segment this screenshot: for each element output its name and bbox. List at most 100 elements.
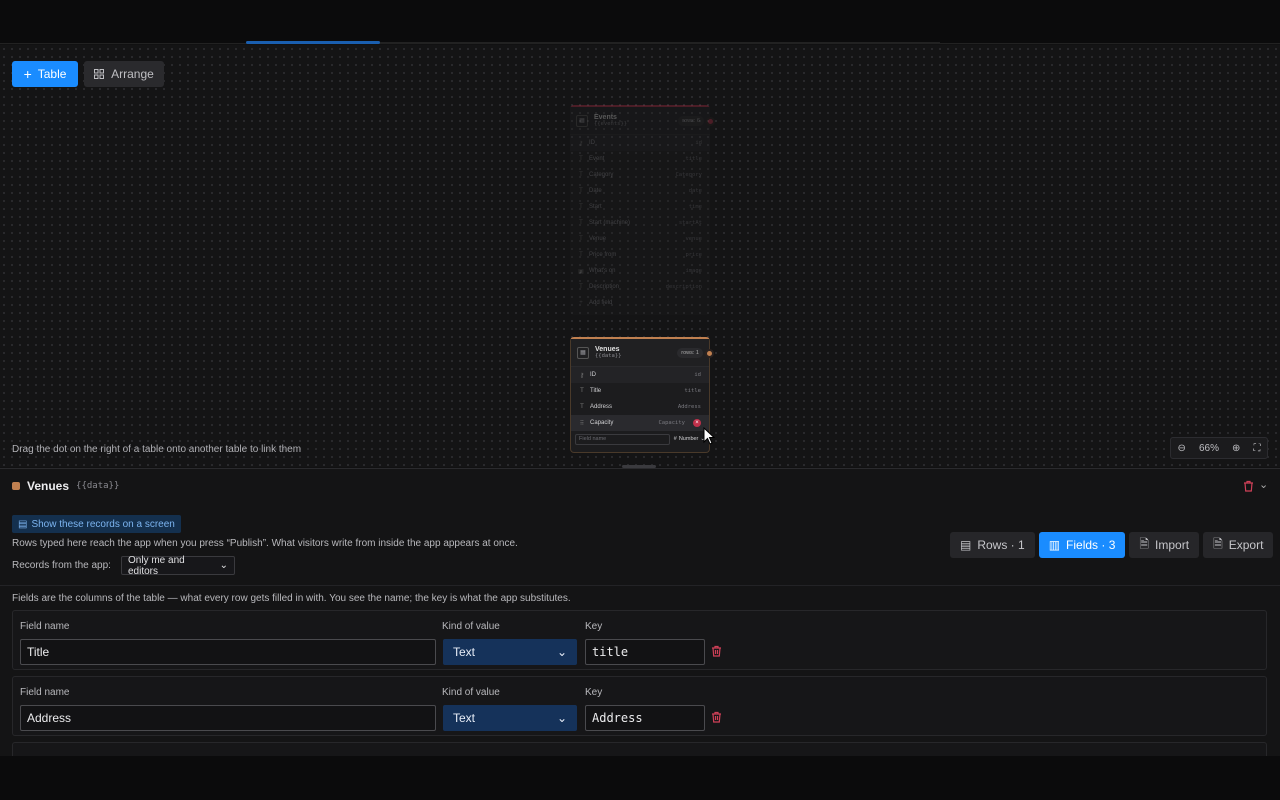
node-field-row[interactable]: T Price from price xyxy=(570,247,710,263)
bottom-bar xyxy=(0,756,1280,800)
node-field-key: price xyxy=(685,252,702,258)
node-field-key: title xyxy=(684,388,701,394)
kind-of-value-select[interactable]: Text ⌄ xyxy=(443,705,577,731)
zoom-level: 66% xyxy=(1198,442,1219,454)
new-field-type-select[interactable]: # Number ⌄ xyxy=(674,436,705,442)
records-from-app-select[interactable]: Only me and editors ⌄ xyxy=(121,554,235,577)
tab-rows[interactable]: ▤ Rows · 1 xyxy=(950,532,1035,558)
add-table-button[interactable]: + Table xyxy=(12,61,78,87)
field-editor-row: Field name Kind of value Key Address Tex… xyxy=(12,676,1267,736)
node-field-row[interactable]: ⚷ ID id xyxy=(570,135,710,151)
link-dot[interactable] xyxy=(706,117,715,126)
arrange-button[interactable]: Arrange xyxy=(84,61,164,87)
table-color-swatch xyxy=(12,482,20,490)
node-field-name: ID xyxy=(590,372,596,378)
show-on-screen-button[interactable]: ▤ Show these records on a screen xyxy=(12,515,181,533)
key-input[interactable]: title xyxy=(585,639,705,665)
records-from-app-value: Only me and editors xyxy=(128,554,185,577)
table-icon: ▦ xyxy=(577,346,589,359)
node-field-name: Price from xyxy=(589,252,617,258)
node-field-row[interactable]: T Address Address xyxy=(571,399,709,415)
node-field-row[interactable]: T Description description xyxy=(570,279,710,295)
node-field-key: id xyxy=(695,140,702,146)
events-node-key: {{events}} xyxy=(594,121,628,127)
panel-divider xyxy=(0,585,1280,586)
import-button[interactable]: 🗎 Import xyxy=(1129,532,1200,558)
panel-header: Venues {{data}} xyxy=(12,479,119,493)
node-field-row[interactable]: T Venue venue xyxy=(570,231,710,247)
schema-canvas[interactable]: + Table Arrange ▦ Events {{events}} rows… xyxy=(0,45,1280,467)
node-field-name: Start (machine) xyxy=(589,220,631,226)
text-type-icon: T xyxy=(579,220,583,226)
plus-icon: + xyxy=(579,300,583,306)
link-dot[interactable] xyxy=(705,349,714,358)
zoom-in-icon[interactable]: ⊕ xyxy=(1232,443,1240,454)
node-field-key: image xyxy=(685,268,702,274)
plus-icon: + xyxy=(23,66,32,82)
table-icon: ▦ xyxy=(576,114,588,127)
venues-table-node[interactable]: ▦ Venues {{data}} rows: 1 ⚷ ID id T Title ti… xyxy=(570,337,714,453)
top-bar-divider xyxy=(380,42,940,43)
delete-table-icon[interactable] xyxy=(1243,480,1254,492)
node-field-name: Start xyxy=(589,204,602,210)
rows-icon: ▤ xyxy=(960,538,972,552)
delete-field-icon[interactable] xyxy=(711,711,722,723)
node-field-row[interactable]: ⚷ ID id xyxy=(571,367,709,383)
key-icon: ⚷ xyxy=(578,140,584,147)
text-type-icon: T xyxy=(579,252,583,258)
publish-info-text: Rows typed here reach the app when you p… xyxy=(12,538,518,549)
export-label: Export xyxy=(1228,538,1264,552)
add-field-row[interactable]: + Add field xyxy=(570,295,710,311)
node-field-key: description xyxy=(665,284,702,290)
table-details-panel: Venues {{data}} ⌄ ▤ Show these records o… xyxy=(0,468,1280,762)
export-button[interactable]: 🗎 Export xyxy=(1203,532,1274,558)
node-field-name: What's on xyxy=(589,268,616,274)
field-name-label: Field name xyxy=(20,621,70,632)
kind-of-value-value: Text xyxy=(453,645,476,659)
text-type-icon: T xyxy=(579,188,583,194)
field-name-input[interactable]: Address xyxy=(20,705,436,731)
fullscreen-icon[interactable]: ⛶ xyxy=(1253,443,1260,454)
remove-field-icon[interactable]: × xyxy=(693,419,701,427)
node-field-key: Address xyxy=(677,404,701,410)
key-input[interactable]: Address xyxy=(585,705,705,731)
file-import-icon: 🗎 xyxy=(1139,536,1150,551)
node-field-key: time xyxy=(688,204,702,210)
delete-field-icon[interactable] xyxy=(711,645,722,657)
tab-fields[interactable]: ▥ Fields · 3 xyxy=(1038,532,1126,558)
node-field-row[interactable]: T Title title xyxy=(571,383,709,399)
new-field-type-value: Number xyxy=(678,436,699,442)
field-name-label: Field name xyxy=(20,687,70,698)
text-type-icon: T xyxy=(579,204,583,210)
chevron-down-icon: ⌄ xyxy=(556,711,567,725)
text-type-icon: T xyxy=(579,284,583,290)
new-field-row[interactable]: Field name # Number ⌄ xyxy=(571,431,709,447)
text-type-icon: T xyxy=(579,156,583,162)
venues-node-header[interactable]: ▦ Venues {{data}} rows: 1 xyxy=(571,339,709,367)
node-field-row[interactable]: T Event title xyxy=(570,151,710,167)
mouse-cursor-icon xyxy=(703,427,715,445)
drag-handle-icon[interactable]: ⠿ xyxy=(579,420,585,427)
node-field-row[interactable]: T Start (machine) startAt xyxy=(570,215,710,231)
field-name-input[interactable]: Title xyxy=(20,639,436,665)
node-field-row[interactable]: T Date date xyxy=(570,183,710,199)
top-bar xyxy=(0,0,1280,44)
screen-icon: ▤ xyxy=(18,518,28,530)
node-field-row[interactable]: T Category Category xyxy=(570,167,710,183)
key-icon: ⚷ xyxy=(579,372,585,379)
node-field-name: Title xyxy=(590,388,602,394)
node-field-name: Event xyxy=(589,156,605,162)
node-field-row[interactable]: ⠿ Capacity Capacity × xyxy=(571,415,709,431)
events-node-header[interactable]: ▦ Events {{events}} rows: 6 xyxy=(570,107,710,135)
node-field-row[interactable]: T Start time xyxy=(570,199,710,215)
node-field-row[interactable]: ▣ What's on image xyxy=(570,263,710,279)
events-table-node[interactable]: ▦ Events {{events}} rows: 6 ⚷ ID id T Event… xyxy=(570,105,715,315)
zoom-out-icon[interactable]: ⊖ xyxy=(1178,443,1186,454)
kind-of-value-select[interactable]: Text ⌄ xyxy=(443,639,577,665)
new-field-name-input[interactable]: Field name xyxy=(575,433,670,445)
add-field-label: Add field xyxy=(589,300,613,306)
collapse-panel-icon[interactable]: ⌄ xyxy=(1259,478,1268,491)
text-type-icon: T xyxy=(579,236,583,242)
zoom-controls: ⊖ 66% ⊕ ⛶ xyxy=(1170,437,1268,459)
node-field-name: Address xyxy=(590,404,613,410)
